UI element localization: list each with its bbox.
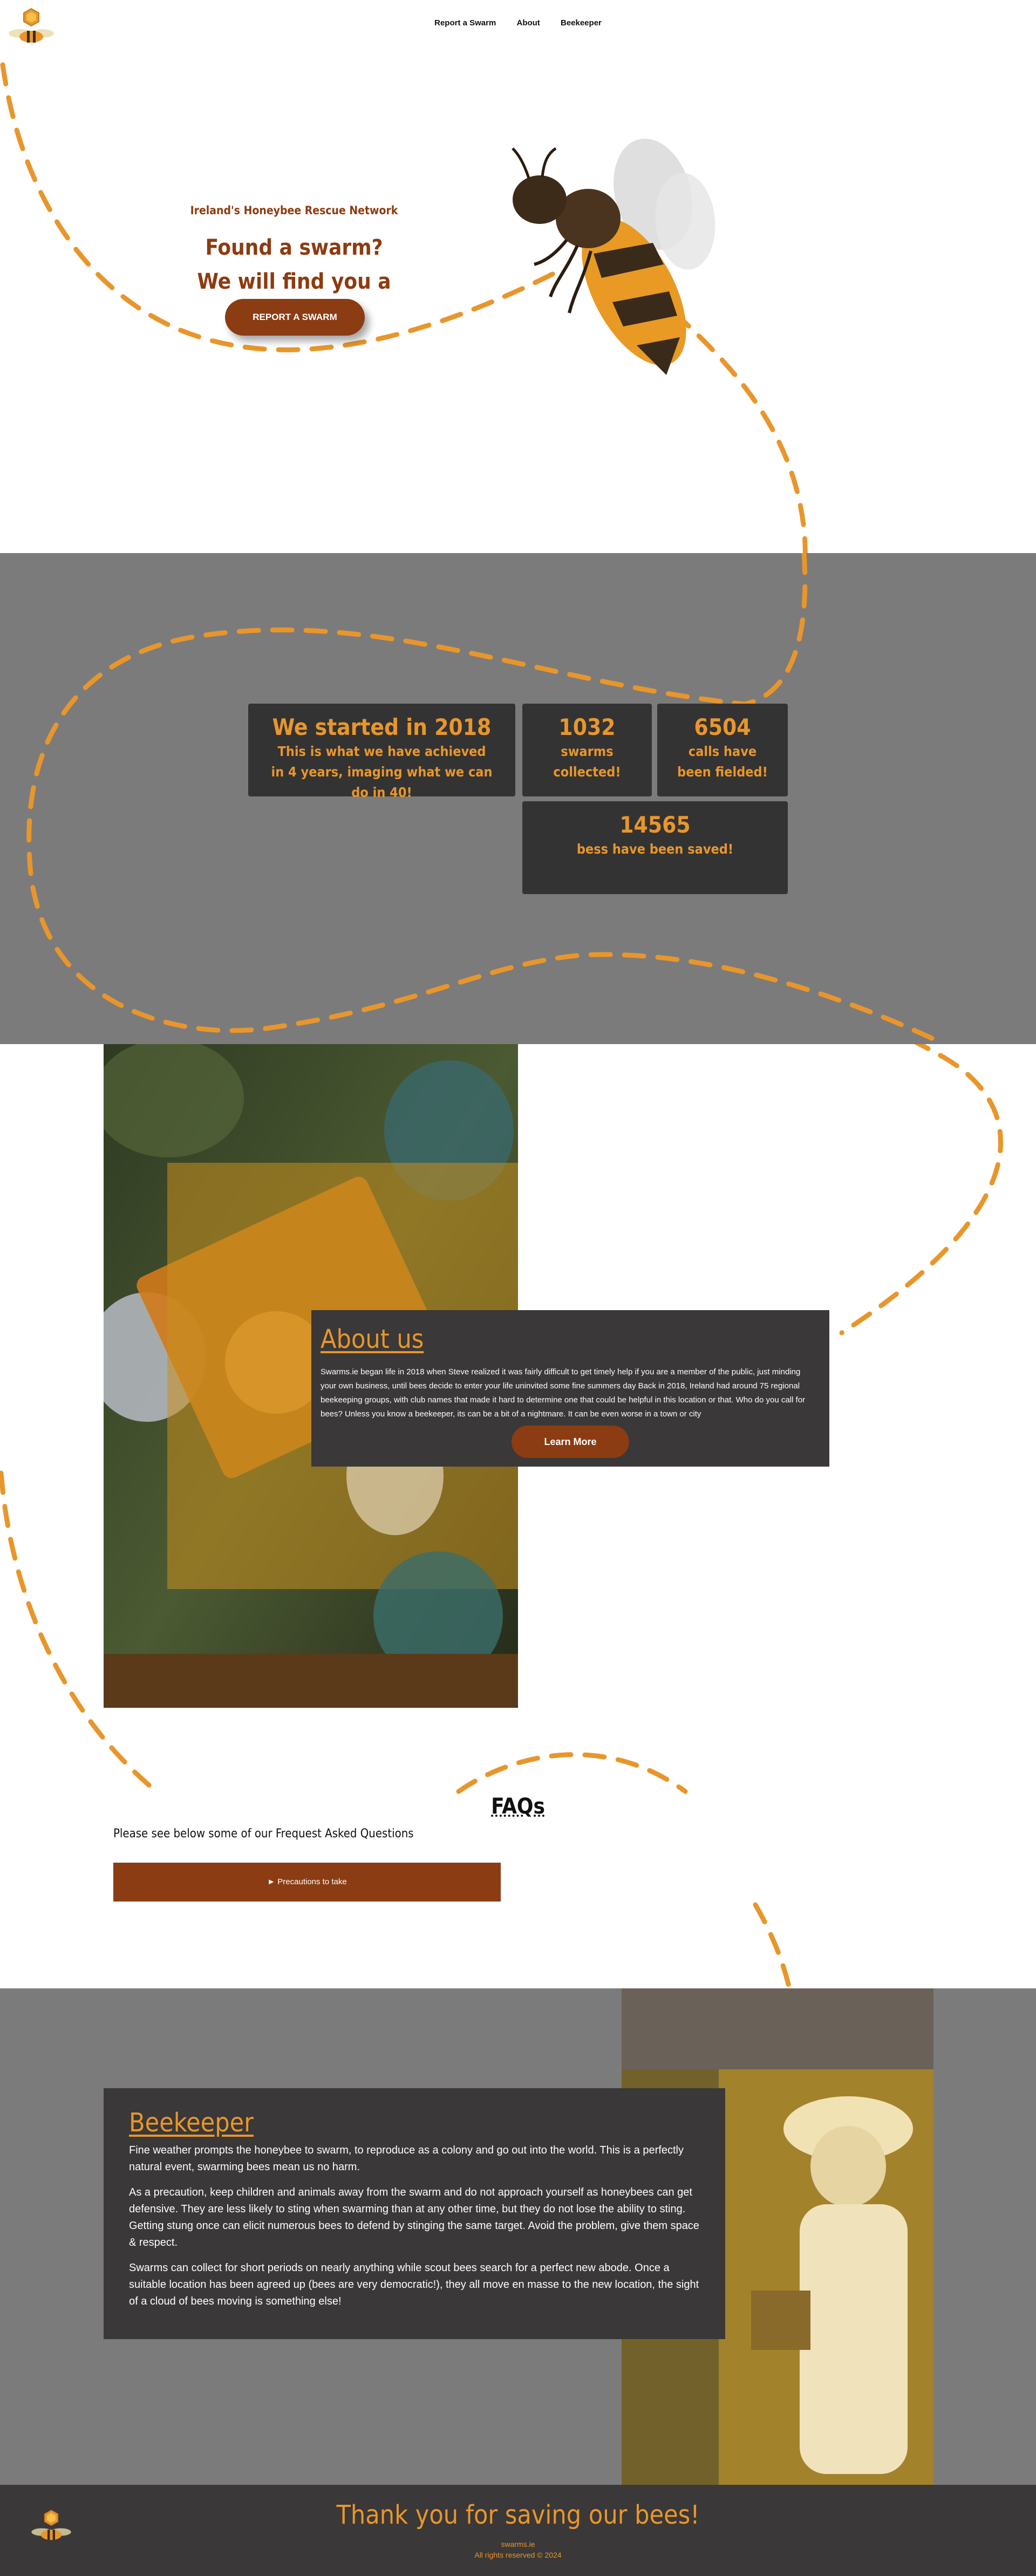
about-title: About us (321, 1324, 424, 1354)
beekeeper-paragraph-1: Fine weather prompts the honeybee to swa… (129, 2144, 684, 2173)
stat-calls-value: 6504 (694, 714, 751, 740)
stat-saved-label: bess have been saved! (576, 841, 734, 857)
stat-card-calls: 6504 calls have been fielded! (657, 704, 788, 796)
footer-site-link[interactable]: swarms.ie (0, 2540, 1036, 2548)
stat-calls-label: calls have been fielded! (677, 744, 768, 780)
nav-report-swarm[interactable]: Report a Swarm (434, 18, 496, 28)
beekeeper-text: Fine weather prompts the honeybee to swa… (129, 2142, 701, 2319)
beekeeper-title: Beekeeper (129, 2108, 254, 2138)
main-nav: Report a Swarm About Beekeeper (0, 18, 1036, 28)
stat-card-swarms: 1032 swarms collected! (522, 704, 652, 796)
beekeeper-panel: Beekeeper Fine weather prompts the honey… (104, 2088, 725, 2339)
nav-about[interactable]: About (516, 18, 540, 28)
stat-swarms-value: 1032 (558, 714, 616, 740)
stat-saved-value: 14565 (619, 812, 691, 838)
stat-swarms-label: swarms collected! (553, 744, 621, 780)
about-text: Swarms.ie began life in 2018 when Steve … (321, 1367, 806, 1419)
beekeeper-paragraph-3: Swarms can collect for short periods on … (129, 2262, 699, 2307)
stat-started-text: This is what we have achieved in 4 years… (271, 744, 493, 800)
about-panel: About us Swarms.ie began life in 2018 wh… (311, 1310, 829, 1467)
learn-more-button[interactable]: Learn More (512, 1426, 629, 1458)
stat-started-title: We started in 2018 (272, 714, 492, 740)
stat-card-started: We started in 2018 This is what we have … (248, 704, 515, 800)
footer-copyright: All rights reserved © 2024 (474, 2551, 562, 2559)
faq-title: FAQs (491, 1794, 545, 1819)
beekeeper-paragraph-2: As a precaution, keep children and anima… (129, 2186, 699, 2248)
faq-subtitle: Please see below some of our Frequest As… (113, 1827, 414, 1841)
stat-card-saved: 14565 bess have been saved! (522, 801, 788, 894)
footer-title: Thank you for saving our bees! (336, 2500, 700, 2530)
bee-illustration (512, 138, 715, 375)
hero-title-line1: Found a swarm? (205, 235, 383, 260)
footer: Thank you for saving our bees! swarms.ie… (0, 2485, 1036, 2576)
stats-flight-path (26, 553, 947, 1044)
report-swarm-button[interactable]: REPORT A SWARM (225, 299, 365, 336)
faq-item-precautions[interactable]: ► Precautions to take (113, 1863, 501, 1902)
nav-beekeeper[interactable]: Beekeeper (561, 18, 602, 28)
hero-subtitle: Ireland's Honeybee Rescue Network (190, 204, 398, 217)
